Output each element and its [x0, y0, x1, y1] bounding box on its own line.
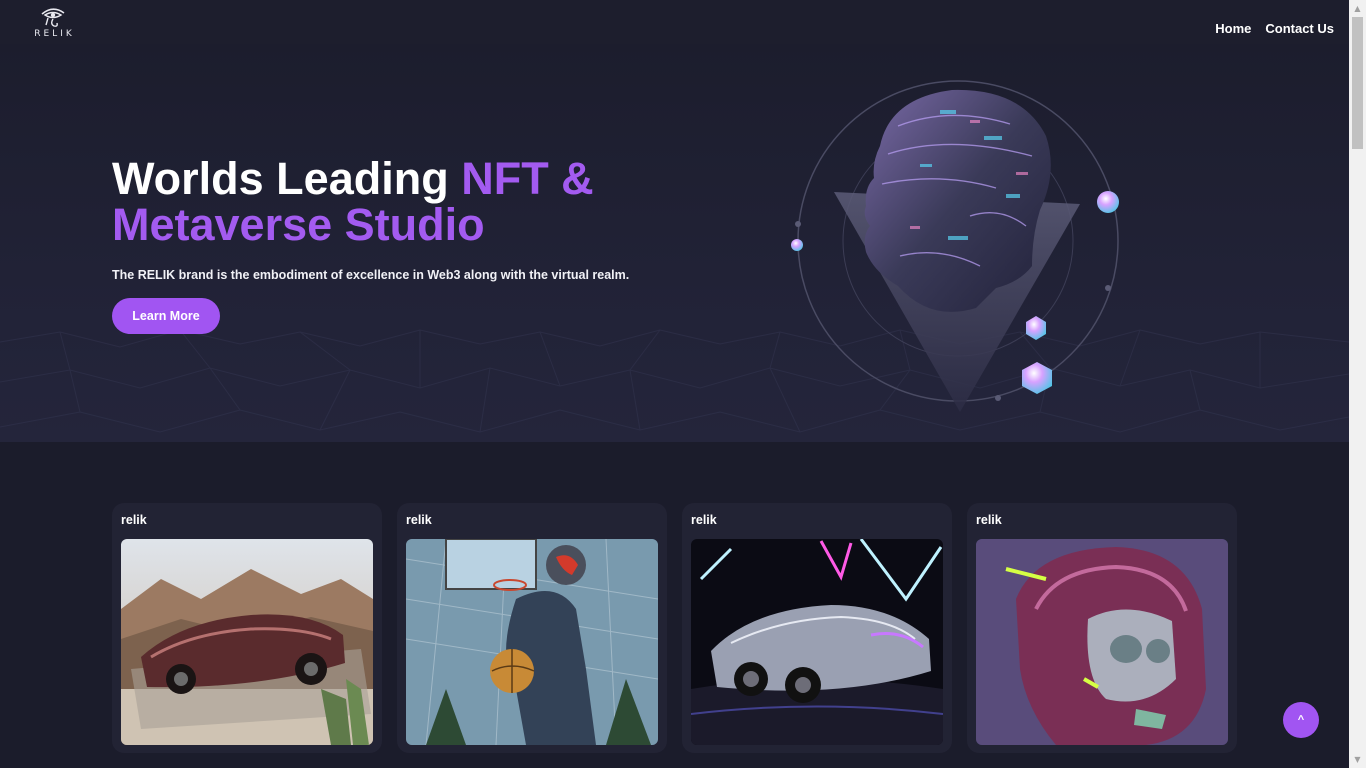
nft-card[interactable]: relik: [682, 503, 952, 753]
hero-text-block: Worlds Leading NFT & Metaverse Studio Th…: [112, 156, 732, 334]
site-header: RELIK Home Contact Us: [0, 0, 1349, 44]
nft-card-list: relik relik relik relik: [112, 503, 1237, 753]
hero-section: Worlds Leading NFT & Metaverse Studio Th…: [0, 44, 1349, 442]
scroll-up-arrow-icon[interactable]: ▲: [1349, 0, 1366, 17]
main-nav: Home Contact Us: [1215, 21, 1334, 36]
nav-home-link[interactable]: Home: [1215, 21, 1251, 36]
card-label: relik: [691, 513, 717, 527]
back-to-top-button[interactable]: ^: [1283, 702, 1319, 738]
card-label: relik: [406, 513, 432, 527]
hero-title-accent-1: NFT &: [461, 153, 594, 204]
eye-of-ra-icon: [41, 8, 65, 27]
hero-subtitle: The RELIK brand is the embodiment of exc…: [112, 268, 630, 282]
scroll-thumb[interactable]: [1352, 17, 1363, 149]
hero-title: Worlds Leading NFT & Metaverse Studio: [112, 156, 732, 248]
silver-sports-car-image[interactable]: [691, 539, 943, 745]
brand-name: RELIK: [34, 29, 75, 39]
nft-card[interactable]: relik: [967, 503, 1237, 753]
learn-more-button[interactable]: Learn More: [112, 298, 220, 334]
hero-title-accent-2: Metaverse Studio: [112, 199, 485, 250]
page-scrollbar[interactable]: ▲ ▼: [1349, 0, 1366, 768]
pink-helmet-skull-image[interactable]: [976, 539, 1228, 745]
scroll-down-arrow-icon[interactable]: ▼: [1349, 751, 1366, 768]
red-sports-car-image[interactable]: [121, 539, 373, 745]
brand-logo[interactable]: RELIK: [28, 6, 78, 46]
nft-card[interactable]: relik: [112, 503, 382, 753]
hero-title-white: Worlds Leading: [112, 153, 462, 204]
astronaut-basketball-image[interactable]: [406, 539, 658, 745]
card-label: relik: [976, 513, 1002, 527]
cyber-head-illustration: [791, 80, 1119, 412]
card-label: relik: [121, 513, 147, 527]
nav-contact-link[interactable]: Contact Us: [1265, 21, 1334, 36]
nft-card[interactable]: relik: [397, 503, 667, 753]
